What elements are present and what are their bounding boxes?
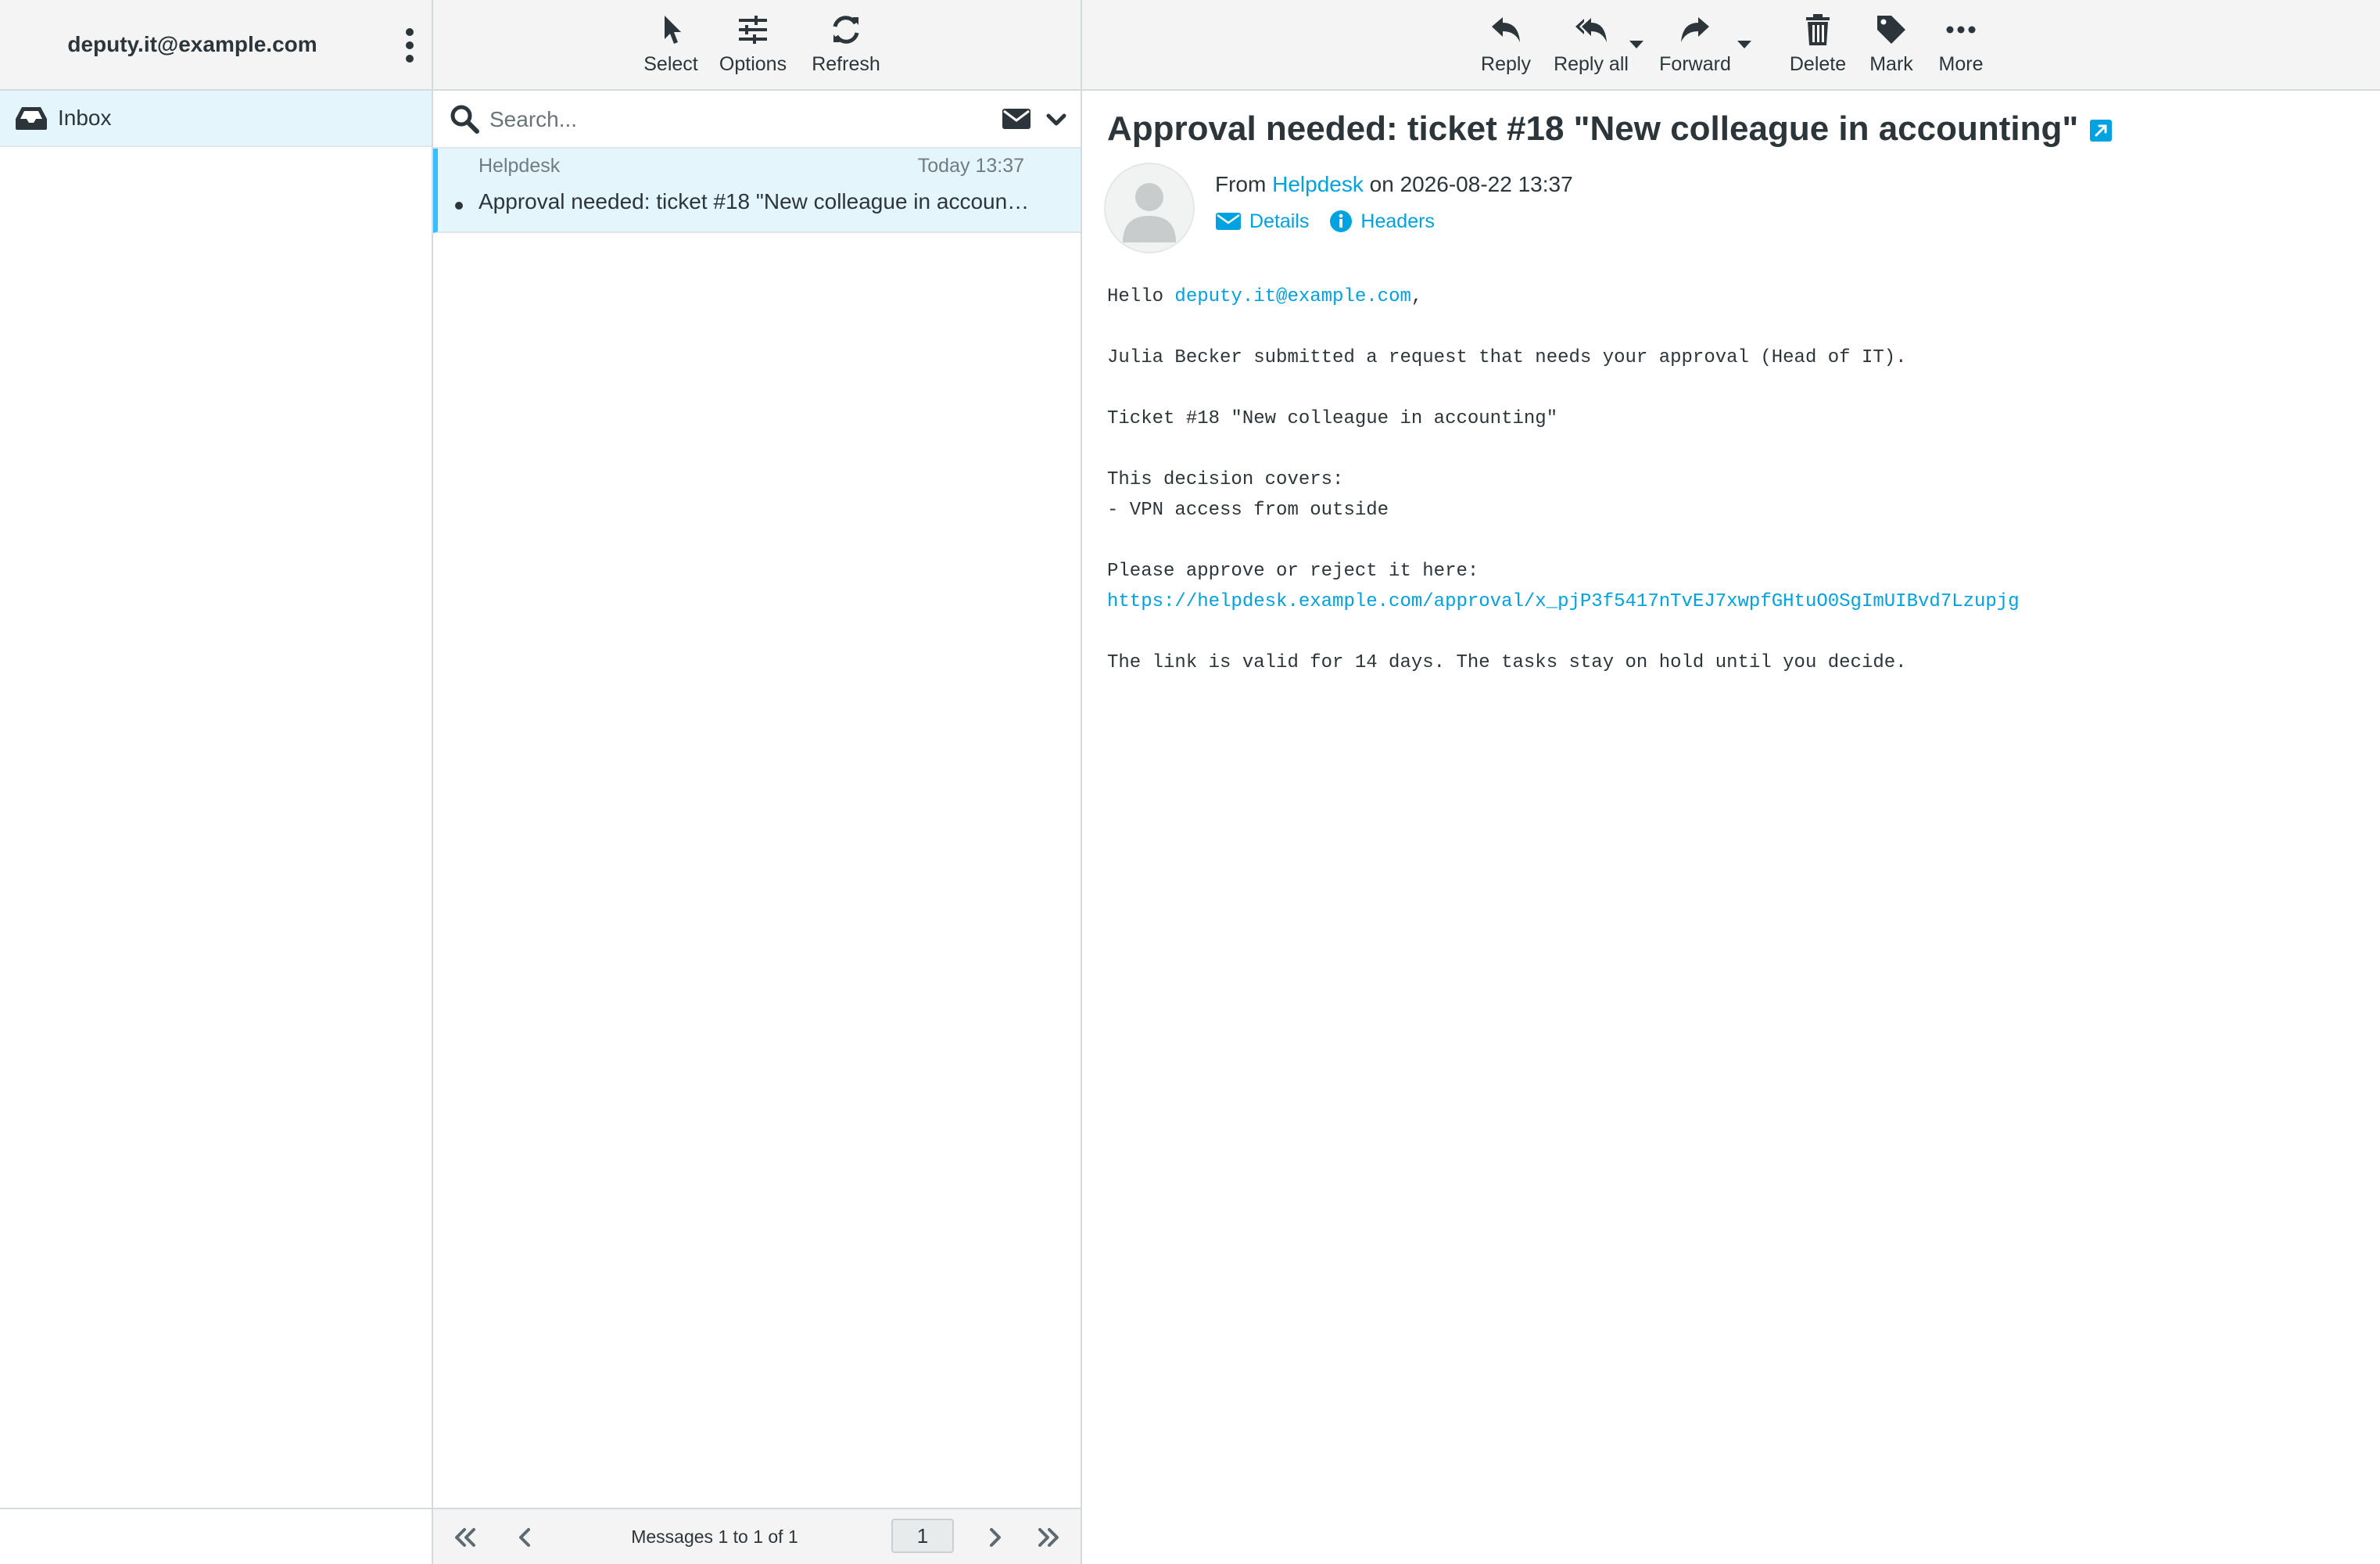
header-links: Details Headers (1215, 210, 1435, 233)
message-view: Reply Reply all Forward Delete Mark More… (1082, 0, 2380, 1564)
info-icon (1330, 210, 1353, 232)
last-page-icon[interactable] (1035, 1523, 1063, 1551)
search-icon (450, 105, 479, 134)
body-text: - VPN access from outside (1107, 500, 1389, 521)
sender-link[interactable]: Helpdesk (1272, 172, 1364, 196)
message-subject-text: Approval needed: ticket #18 "New colleag… (1107, 109, 2079, 148)
body-text: Ticket #18 "New colleague in accounting" (1107, 408, 1558, 429)
first-page-icon[interactable] (450, 1523, 479, 1551)
person-icon (1123, 183, 1176, 242)
previous-page-icon[interactable] (511, 1523, 539, 1551)
page-number-input[interactable] (891, 1519, 954, 1553)
sidebar-item-label: Inbox (58, 106, 112, 130)
delete-button[interactable]: Delete (1783, 0, 1853, 89)
reply-icon (1492, 17, 1520, 42)
account-email: deputy.it@example.com (67, 32, 317, 56)
recipient-email-link[interactable]: deputy.it@example.com (1174, 286, 1410, 307)
ellipsis-icon (1946, 26, 1976, 34)
details-link[interactable]: Details (1215, 210, 1309, 233)
more-button[interactable]: More (1930, 0, 1992, 89)
sidebar-footer (0, 1508, 432, 1564)
folder-sidebar: deputy.it@example.com Inbox (0, 0, 433, 1564)
message-from-line: From Helpdesk on 2026-08-22 13:37 (1215, 172, 1573, 196)
message-list-item[interactable]: Helpdesk Today 13:37 Approval needed: ti… (433, 149, 1081, 233)
message-subject: Approval needed: ticket #18 "New colleag… (479, 189, 1034, 213)
next-page-icon[interactable] (980, 1523, 1009, 1551)
sender-avatar (1104, 163, 1195, 253)
search-input[interactable] (488, 100, 898, 139)
list-toolbar: Select Options Refresh (433, 0, 1081, 91)
envelope-icon (1216, 213, 1241, 230)
message-list-panel: Select Options Refresh Search... Helpdes… (433, 0, 1082, 1564)
pagination-bar: Messages 1 to 1 of 1 (433, 1508, 1081, 1564)
options-button[interactable]: Options (711, 0, 794, 89)
reply-all-dropdown-icon[interactable] (1629, 41, 1643, 48)
forward-dropdown-icon[interactable] (1737, 41, 1751, 48)
body-text: The link is valid for 14 days. The tasks… (1107, 652, 1907, 673)
message-title: Approval needed: ticket #18 "New colleag… (1107, 109, 2113, 149)
sliders-icon (739, 16, 767, 44)
inbox-icon (16, 107, 47, 130)
mark-button[interactable]: Mark (1861, 0, 1922, 89)
reply-all-icon (1575, 18, 1607, 42)
select-button[interactable]: Select (635, 0, 707, 89)
body-text: Please approve or reject it here: (1107, 561, 1479, 582)
trash-icon (1806, 14, 1830, 45)
message-body: Hello deputy.it@example.com, Julia Becke… (1107, 282, 2349, 678)
body-text: This decision covers: (1107, 469, 1344, 490)
search-bar (433, 91, 1081, 149)
body-text: Julia Becker submitted a request that ne… (1107, 347, 1907, 368)
reply-all-button[interactable]: Reply all (1547, 0, 1636, 89)
sidebar-item-inbox[interactable]: Inbox (0, 91, 432, 147)
greeting-line: Hello deputy.it@example.com, (1107, 286, 1423, 307)
message-toolbar: Reply Reply all Forward Delete Mark More (1082, 0, 2380, 91)
message-date: 2026-08-22 13:37 (1400, 172, 1573, 196)
refresh-button[interactable]: Refresh (801, 0, 891, 89)
sidebar-header: deputy.it@example.com (0, 0, 432, 91)
envelope-filter-icon[interactable] (1001, 105, 1032, 133)
message-sender: Helpdesk (479, 155, 561, 177)
refresh-icon (833, 16, 859, 44)
approval-link[interactable]: https://helpdesk.example.com/approval/x_… (1107, 591, 2020, 612)
message-date: Today 13:37 (917, 155, 1024, 177)
account-menu-icon[interactable] (396, 28, 424, 63)
tag-icon (1877, 16, 1905, 44)
unread-dot-icon (455, 202, 463, 210)
forward-icon (1681, 17, 1709, 42)
open-in-new-window-icon[interactable] (2089, 119, 2113, 142)
headers-link[interactable]: Headers (1329, 210, 1435, 233)
pointer-icon (665, 16, 681, 44)
message-count: Messages 1 to 1 of 1 (631, 1526, 798, 1547)
forward-button[interactable]: Forward (1653, 0, 1737, 89)
reply-button[interactable]: Reply (1473, 0, 1539, 89)
chevron-down-icon[interactable] (1043, 106, 1070, 133)
